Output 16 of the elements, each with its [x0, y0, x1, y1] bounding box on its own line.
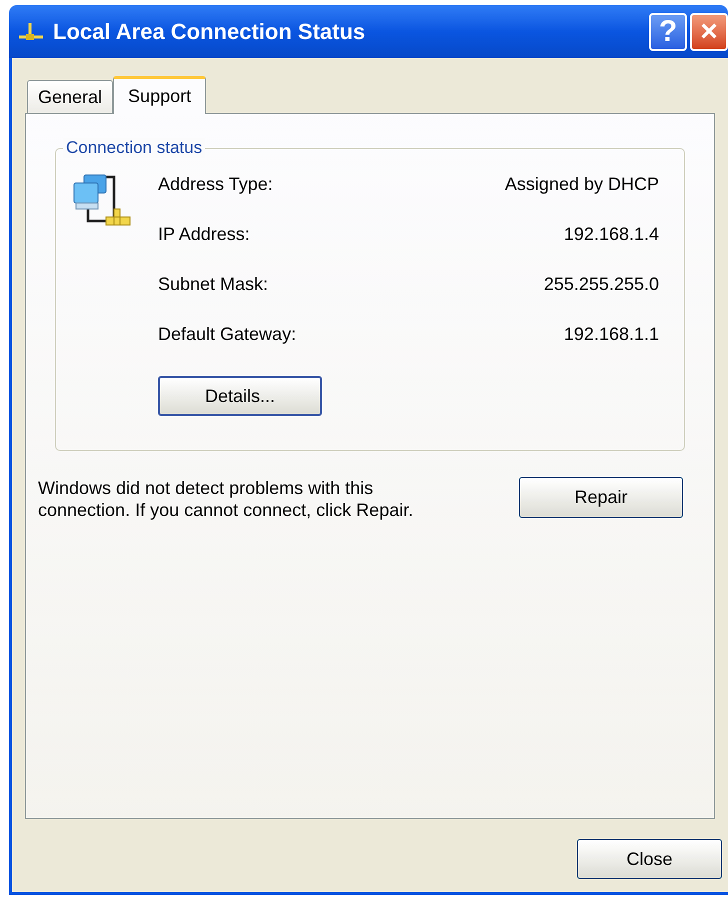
details-button[interactable]: Details...: [158, 376, 322, 416]
network-icon: [17, 20, 45, 42]
window-title: Local Area Connection Status: [53, 18, 366, 46]
field-value: 192.168.1.1: [564, 323, 659, 346]
field-label: Subnet Mask:: [158, 273, 268, 296]
status-message: Windows did not detect problems with this connection. If you cannot connect, click Repair.: [38, 477, 414, 521]
field-label: Address Type:: [158, 173, 273, 196]
field-label: IP Address:: [158, 223, 250, 246]
tab[interactable]: General: [27, 80, 114, 113]
field-label: Default Gateway:: [158, 323, 296, 346]
close-button[interactable]: Close: [577, 839, 722, 879]
field-value: 192.168.1.4: [564, 223, 659, 246]
field-value: Assigned by DHCP: [504, 173, 659, 196]
field-value: 255.255.255.0: [544, 273, 659, 296]
tab[interactable]: Support: [113, 76, 206, 114]
repair-button[interactable]: Repair: [519, 477, 683, 518]
